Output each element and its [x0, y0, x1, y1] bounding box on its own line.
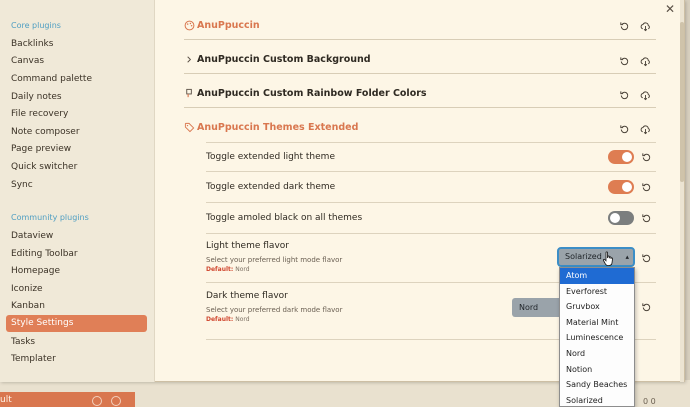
setting-default-dark-flavor: Default: Nord — [206, 316, 250, 323]
download-cloud-icon[interactable] — [640, 21, 651, 32]
section-title-themes-extended: AnuPpuccin Themes Extended — [197, 122, 359, 133]
hand-cursor-icon — [602, 251, 613, 266]
setting-row-toggle-amoled: Toggle amoled black on all themes — [206, 203, 656, 234]
palette-icon — [184, 20, 195, 31]
setting-label-light-flavor: Light theme flavor — [206, 241, 289, 251]
section-custom-background[interactable]: AnuPpuccin Custom Background — [184, 50, 656, 74]
reset-icon[interactable] — [641, 182, 652, 193]
dropdown-option-solarized[interactable]: Solarized — [560, 393, 634, 406]
section-title-anuppuccin: AnuPpuccin — [197, 20, 260, 31]
setting-row-toggle-dark: Toggle extended dark theme — [206, 172, 656, 203]
sidebar-item-command-palette[interactable]: Command palette — [11, 74, 92, 84]
setting-label-toggle-amoled: Toggle amoled black on all themes — [206, 213, 363, 223]
settings-gear-icon[interactable] — [111, 396, 121, 406]
section-themes-extended[interactable]: AnuPpuccin Themes Extended — [184, 118, 656, 142]
chevron-right-icon — [187, 56, 192, 63]
reset-icon[interactable] — [619, 56, 630, 67]
dropdown-option-everforest[interactable]: Everforest — [560, 284, 634, 300]
setting-label-dark-flavor: Dark theme flavor — [206, 291, 288, 301]
reset-icon[interactable] — [641, 302, 652, 313]
close-icon[interactable]: ✕ — [664, 3, 676, 15]
reset-icon[interactable] — [619, 90, 630, 101]
sidebar-item-quick-switcher[interactable]: Quick switcher — [11, 162, 77, 172]
section-anuppuccin[interactable]: AnuPpuccin — [184, 16, 656, 40]
default-label: Default: — [206, 316, 234, 323]
setting-label-toggle-light: Toggle extended light theme — [206, 152, 335, 162]
sidebar-item-sync[interactable]: Sync — [11, 180, 33, 190]
light-flavor-dropdown-list: Atom Everforest Gruvbox Material Mint Lu… — [559, 267, 635, 407]
toggle-amoled-black[interactable] — [608, 211, 634, 225]
setting-desc-dark-flavor: Select your preferred dark mode flavor — [206, 306, 343, 314]
reset-icon[interactable] — [641, 152, 652, 163]
sidebar-item-page-preview[interactable]: Page preview — [11, 144, 71, 154]
section-title-custom-background: AnuPpuccin Custom Background — [197, 54, 371, 65]
reset-icon[interactable] — [641, 253, 652, 264]
content-scrollbar-thumb[interactable] — [680, 22, 684, 182]
dropdown-option-material-mint[interactable]: Material Mint — [560, 315, 634, 331]
setting-row-toggle-light: Toggle extended light theme — [206, 142, 656, 172]
dropdown-option-gruvbox[interactable]: Gruvbox — [560, 299, 634, 315]
default-value: Nord — [235, 316, 250, 323]
section-title-rainbow-folder-colors: AnuPpuccin Custom Rainbow Folder Colors — [197, 88, 427, 99]
sidebar-item-backlinks[interactable]: Backlinks — [11, 39, 53, 49]
sidebar-item-style-settings[interactable]: Style Settings — [6, 315, 147, 332]
sidebar-item-editing-toolbar[interactable]: Editing Toolbar — [11, 249, 78, 259]
sidebar-item-tasks[interactable]: Tasks — [11, 337, 35, 347]
reset-icon[interactable] — [641, 213, 652, 224]
default-label: Default: — [206, 266, 234, 273]
reset-icon[interactable] — [619, 124, 630, 135]
light-flavor-select[interactable]: Solarized ▴▾ — [557, 247, 635, 277]
sidebar-item-canvas[interactable]: Canvas — [11, 56, 44, 66]
sidebar-item-kanban[interactable]: Kanban — [11, 301, 45, 311]
dark-flavor-select[interactable]: Nord — [512, 298, 562, 317]
settings-sidebar: Core plugins Backlinks Canvas Command pa… — [0, 0, 155, 382]
toggle-extended-light[interactable] — [608, 150, 634, 164]
core-plugins-heading: Core plugins — [11, 21, 61, 30]
sidebar-item-note-composer[interactable]: Note composer — [11, 127, 80, 137]
download-cloud-icon[interactable] — [640, 124, 651, 135]
dropdown-option-notion[interactable]: Notion — [560, 362, 634, 378]
background-fragment-text: ult — [0, 395, 12, 405]
sidebar-item-dataview[interactable]: Dataview — [11, 231, 53, 241]
dropdown-option-sandy-beaches[interactable]: Sandy Beaches — [560, 377, 634, 393]
toggle-extended-dark[interactable] — [608, 180, 634, 194]
light-flavor-selected-value: Solarized — [565, 252, 602, 261]
sidebar-item-templater[interactable]: Templater — [11, 354, 56, 364]
sidebar-item-homepage[interactable]: Homepage — [11, 266, 60, 276]
tag-icon — [184, 122, 195, 133]
setting-label-toggle-dark: Toggle extended dark theme — [206, 182, 336, 192]
section-rainbow-folder-colors[interactable]: AnuPpuccin Custom Rainbow Folder Colors — [184, 84, 656, 108]
setting-desc-light-flavor: Select your preferred light mode flavor — [206, 256, 343, 264]
setting-default-light-flavor: Default: Nord — [206, 266, 250, 273]
download-cloud-icon[interactable] — [640, 56, 651, 67]
dropdown-option-luminescence[interactable]: Luminescence — [560, 330, 634, 346]
paint-bucket-icon — [186, 88, 192, 98]
sidebar-item-daily-notes[interactable]: Daily notes — [11, 92, 62, 102]
dropdown-option-atom[interactable]: Atom — [560, 268, 634, 284]
help-icon[interactable] — [92, 396, 102, 406]
sidebar-item-file-recovery[interactable]: File recovery — [11, 109, 68, 119]
download-cloud-icon[interactable] — [640, 90, 651, 101]
background-status-text: 0 0 — [643, 397, 656, 406]
dropdown-option-nord[interactable]: Nord — [560, 346, 634, 362]
reset-icon[interactable] — [619, 21, 630, 32]
sidebar-item-iconize[interactable]: Iconize — [11, 284, 43, 294]
community-plugins-heading: Community plugins — [11, 213, 89, 222]
default-value: Nord — [235, 266, 250, 273]
